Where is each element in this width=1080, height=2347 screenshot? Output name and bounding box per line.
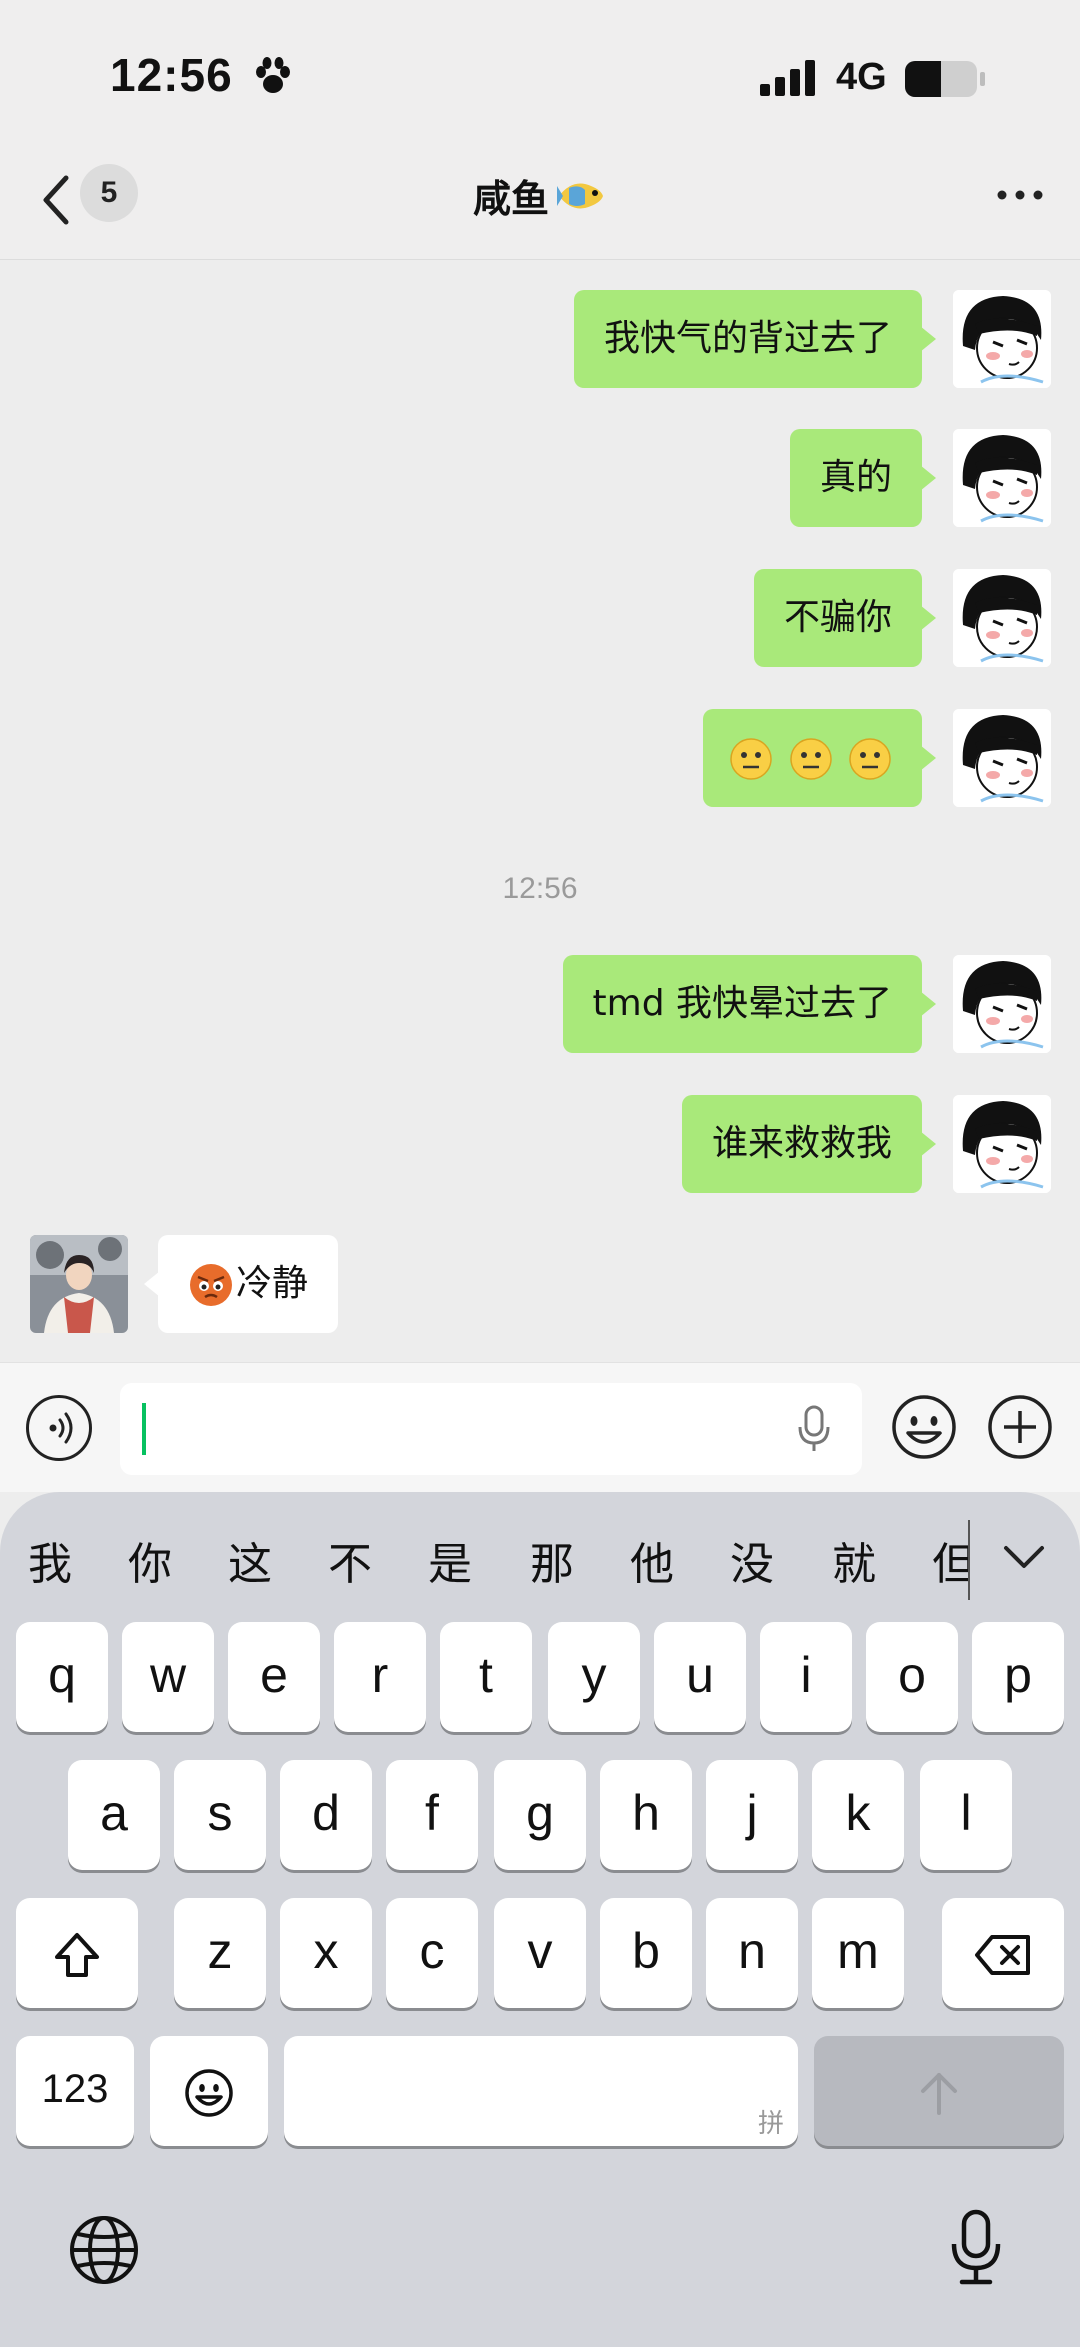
outgoing-emoji-message-bubble[interactable] (703, 709, 936, 807)
outgoing-message-bubble[interactable]: 不骗你 (753, 569, 937, 667)
candidate-word[interactable]: 但 (932, 1528, 968, 1592)
incoming-message-text: 冷静 (236, 1263, 309, 1304)
key-k[interactable]: k (812, 1760, 904, 1870)
key-p[interactable]: p (972, 1622, 1064, 1732)
cartoon-girl-avatar-icon (953, 569, 1051, 667)
nav-bar: 5 咸鱼 (0, 150, 1080, 260)
text-caret (142, 1403, 146, 1455)
chat-title-text: 咸鱼 (472, 177, 549, 221)
send-key[interactable] (814, 2036, 1064, 2146)
candidate-word[interactable]: 我 (28, 1528, 72, 1592)
candidate-bar: 我 你 这 不 是 那 他 没 就 但 (0, 1492, 1080, 1622)
key-t[interactable]: t (440, 1622, 532, 1732)
candidate-word[interactable]: 就 (832, 1528, 876, 1592)
candidate-word[interactable]: 你 (128, 1528, 172, 1592)
input-method-hint: 拼 (757, 2108, 784, 2138)
emoji-key[interactable] (150, 2036, 268, 2146)
battery-icon (905, 61, 985, 97)
my-avatar[interactable] (953, 569, 1051, 667)
my-avatar[interactable] (953, 955, 1051, 1053)
key-f[interactable]: f (386, 1760, 478, 1870)
key-b[interactable]: b (600, 1898, 692, 2008)
status-time: 12:56 (110, 49, 233, 101)
incoming-message-bubble[interactable]: 冷静 (143, 1235, 339, 1333)
shift-arrow-icon (55, 1932, 99, 1977)
key-m[interactable]: m (812, 1898, 904, 2008)
key-i[interactable]: i (760, 1622, 852, 1732)
cartoon-girl-avatar-icon (953, 1095, 1051, 1193)
key-u[interactable]: u (654, 1622, 746, 1732)
candidate-word[interactable]: 他 (630, 1528, 674, 1592)
key-d[interactable]: d (280, 1760, 372, 1870)
status-bar: 12:56 4G (0, 0, 1080, 150)
angry-face-emoji-icon (190, 1264, 232, 1306)
voice-wave-icon (49, 1412, 73, 1444)
key-e[interactable]: e (228, 1622, 320, 1732)
emoji-face-icon (185, 2069, 233, 2117)
dictation-microphone-icon[interactable] (948, 2208, 1004, 2288)
more-options-icon[interactable] (990, 180, 1050, 210)
backspace-icon (975, 1934, 1030, 1975)
key-y[interactable]: y (548, 1622, 640, 1732)
key-q[interactable]: q (16, 1622, 108, 1732)
key-h[interactable]: h (600, 1760, 692, 1870)
outgoing-message-bubble[interactable]: 谁来救救我 (681, 1095, 937, 1193)
key-z[interactable]: z (174, 1898, 266, 2008)
space-key[interactable]: 拼 (284, 2036, 798, 2146)
shift-key[interactable] (16, 1898, 138, 2008)
blank-face-emoji-icon (849, 738, 891, 780)
candidate-word[interactable]: 不 (328, 1528, 372, 1592)
cartoon-girl-avatar-icon (953, 429, 1051, 527)
candidate-divider (968, 1520, 970, 1600)
candidate-word[interactable]: 是 (428, 1528, 472, 1592)
candidate-word[interactable]: 那 (530, 1528, 574, 1592)
outgoing-message-bubble[interactable]: 真的 (789, 429, 937, 527)
key-r[interactable]: r (334, 1622, 426, 1732)
paw-icon (256, 57, 290, 93)
network-label: 4G (836, 56, 887, 98)
key-o[interactable]: o (866, 1622, 958, 1732)
message-input[interactable] (120, 1383, 862, 1475)
up-arrow-icon (921, 2072, 957, 2115)
voice-mode-button[interactable] (26, 1395, 92, 1461)
key-j[interactable]: j (706, 1760, 798, 1870)
candidate-word[interactable]: 这 (228, 1528, 272, 1592)
key-n[interactable]: n (706, 1898, 798, 2008)
signal-icon (760, 60, 815, 96)
my-avatar[interactable] (953, 709, 1051, 807)
outgoing-message-bubble[interactable]: tmd 我快晕过去了 (562, 955, 937, 1053)
microphone-icon[interactable] (796, 1405, 832, 1455)
key-a[interactable]: a (68, 1760, 160, 1870)
my-avatar[interactable] (953, 1095, 1051, 1193)
cartoon-girl-avatar-icon (953, 955, 1051, 1053)
my-avatar[interactable] (953, 429, 1051, 527)
chat-title: 咸鱼 (0, 168, 1080, 223)
key-v[interactable]: v (494, 1898, 586, 2008)
cartoon-girl-avatar-icon (953, 290, 1051, 388)
emoji-picker-icon[interactable] (890, 1393, 958, 1461)
outgoing-message-bubble[interactable]: 我快气的背过去了 (573, 290, 937, 388)
message-timestamp: 12:56 (502, 872, 578, 905)
key-g[interactable]: g (494, 1760, 586, 1870)
delete-key[interactable] (942, 1898, 1064, 2008)
key-w[interactable]: w (122, 1622, 214, 1732)
fish-icon (557, 183, 603, 208)
cartoon-girl-avatar-icon (953, 709, 1051, 807)
blank-face-emoji-icon (730, 738, 772, 780)
globe-icon[interactable] (68, 2214, 140, 2286)
key-c[interactable]: c (386, 1898, 478, 2008)
candidate-word[interactable]: 没 (730, 1528, 774, 1592)
key-s[interactable]: s (174, 1760, 266, 1870)
input-bar (0, 1362, 1080, 1492)
chevron-down-icon[interactable] (1000, 1542, 1048, 1572)
numbers-key[interactable]: 123 (16, 2036, 134, 2146)
my-avatar[interactable] (953, 290, 1051, 388)
blank-face-emoji-icon (789, 738, 832, 780)
contact-avatar[interactable] (30, 1235, 128, 1333)
contact-photo-icon (30, 1235, 128, 1333)
key-x[interactable]: x (280, 1898, 372, 2008)
keyboard: 我 你 这 不 是 那 他 没 就 但 q w e r t y u i o p … (0, 1492, 1080, 2347)
more-functions-plus-icon[interactable] (986, 1393, 1054, 1461)
key-l[interactable]: l (920, 1760, 1012, 1870)
